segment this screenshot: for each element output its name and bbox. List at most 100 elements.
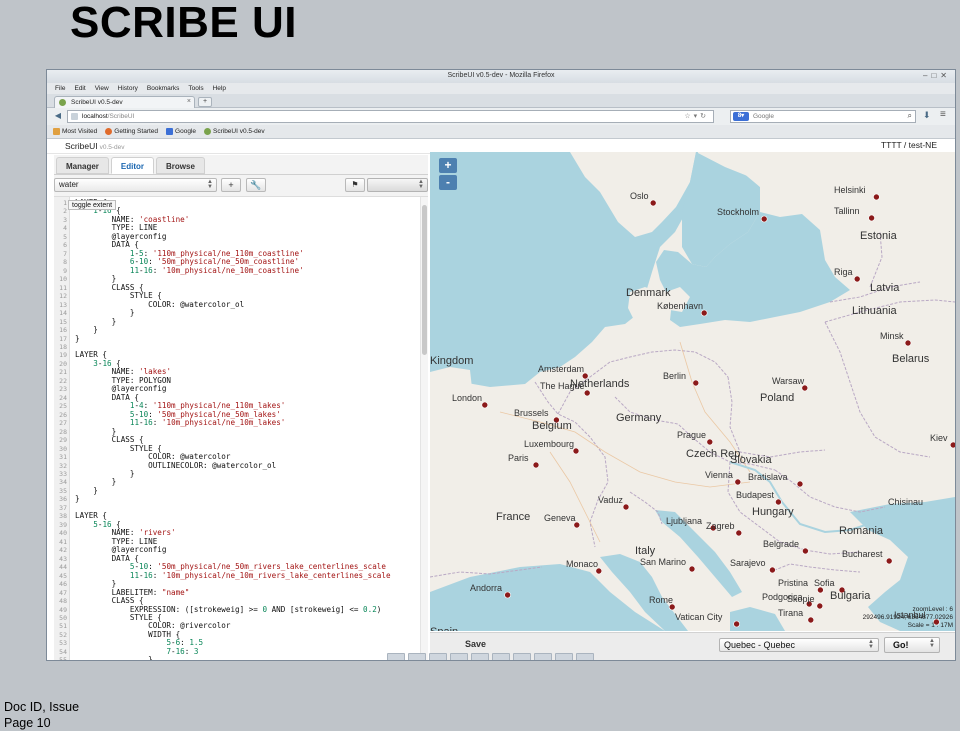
zoom-out-button[interactable]: - (439, 175, 457, 190)
task-icon[interactable] (576, 653, 594, 660)
app-tabs: Manager Editor Browse (56, 157, 205, 174)
city-dot[interactable] (802, 547, 809, 555)
extent-select[interactable]: ▲ ▼ (367, 178, 428, 192)
map-label-warsaw: Warsaw (772, 376, 805, 386)
menu-history[interactable]: History (118, 85, 138, 92)
city-dot[interactable] (816, 602, 824, 610)
city-dot[interactable] (733, 620, 740, 628)
code-line[interactable]: 35 } (54, 487, 391, 495)
google-engine-icon[interactable]: 8▾ (733, 112, 749, 121)
map-view[interactable]: Oslo Stockholm Helsinki Tallinn Estonia Riga L… (430, 152, 955, 631)
search-bar[interactable]: 8▾ Google ⌕ (730, 110, 916, 123)
new-tab-button[interactable]: + (198, 97, 212, 107)
city-dot[interactable] (949, 441, 955, 449)
city-dot[interactable] (504, 591, 511, 599)
line-number: 55 (59, 656, 67, 661)
user-workspace[interactable]: TTTT / test-NE (881, 140, 937, 150)
place-select[interactable]: Quebec - Quebec ▲ ▼ (719, 638, 879, 652)
editor-scrollbar[interactable] (420, 197, 428, 660)
menu-edit[interactable]: Edit (74, 85, 85, 92)
map-label-latvia: Latvia (870, 282, 900, 294)
close-tab-icon[interactable]: × (187, 98, 191, 105)
scrollbar-thumb[interactable] (422, 205, 427, 355)
scribe-favicon-icon (59, 99, 66, 106)
city-dot[interactable] (734, 478, 742, 486)
go-button[interactable]: Go! ▲ ▼ (884, 637, 940, 653)
line-number: 34 (59, 478, 67, 487)
code-line[interactable]: 16 } (54, 326, 391, 334)
line-number: 27 (59, 419, 67, 428)
back-arrow-icon[interactable]: ◀ (53, 111, 63, 121)
city-dot[interactable] (735, 529, 743, 537)
code-line[interactable]: 55 } (54, 656, 391, 661)
download-icon[interactable]: ⬇ (923, 110, 931, 121)
city-dot[interactable] (868, 214, 875, 222)
search-icon[interactable]: ⌕ (908, 111, 912, 121)
page-number: Page 10 (4, 716, 51, 730)
browser-tab[interactable]: ScribeUI v0.5-dev × (54, 96, 195, 108)
bookmark-most-visited[interactable]: Most Visited (53, 128, 97, 135)
line-number: 2 (63, 207, 67, 216)
zoom-in-button[interactable]: + (439, 158, 457, 173)
line-number: 4 (63, 224, 67, 233)
tab-browse[interactable]: Browse (156, 157, 205, 174)
menu-view[interactable]: View (95, 85, 109, 92)
city-dot[interactable] (853, 275, 861, 283)
firefox-icon (105, 128, 113, 135)
save-button[interactable]: Save (465, 639, 486, 649)
city-dot[interactable] (692, 379, 700, 387)
map-canvas[interactable]: Oslo Stockholm Helsinki Tallinn Estonia Riga L… (430, 152, 955, 631)
city-dot[interactable] (649, 199, 657, 207)
city-dot[interactable] (769, 566, 776, 574)
bookmark-scribeui[interactable]: ScribeUI v0.5-dev (204, 128, 265, 135)
layer-select[interactable]: water ▲ ▼ (54, 178, 217, 192)
city-dot[interactable] (622, 503, 630, 511)
url-bar[interactable]: localhost/ScribeUI ☆▾↻ (67, 110, 714, 123)
add-layer-button[interactable]: + (221, 178, 241, 192)
bookmark-getting-started[interactable]: Getting Started (105, 128, 158, 135)
city-dot[interactable] (706, 438, 714, 446)
city-dot[interactable] (807, 616, 815, 624)
menu-help[interactable]: Help (213, 85, 226, 92)
flag-icon[interactable]: ⚑ (345, 178, 365, 192)
menu-bookmarks[interactable]: Bookmarks (147, 85, 180, 92)
menu-icon[interactable]: ≡ (940, 109, 946, 120)
code-editor[interactable]: 1LAYER {2 1-16 {3 NAME: 'coastline'4 TYP… (54, 196, 428, 661)
line-number: 11 (59, 283, 67, 292)
city-dot[interactable] (904, 339, 912, 347)
city-dot[interactable] (873, 193, 880, 201)
wrench-icon[interactable]: 🔧 (246, 178, 266, 192)
code-line[interactable]: 17} (54, 334, 391, 343)
task-icon[interactable] (534, 653, 552, 660)
city-dot[interactable] (583, 389, 591, 397)
code-content[interactable]: 1LAYER {2 1-16 {3 NAME: 'coastline'4 TYP… (54, 199, 391, 661)
task-icon[interactable] (450, 653, 468, 660)
task-icon[interactable] (387, 653, 405, 660)
city-dot[interactable] (760, 215, 768, 223)
city-dot[interactable] (796, 480, 804, 488)
code-line[interactable]: 36} (54, 495, 391, 503)
code-line[interactable]: 34 } (54, 478, 391, 486)
menu-tools[interactable]: Tools (188, 85, 203, 92)
task-icon[interactable] (408, 653, 426, 660)
task-icon[interactable] (492, 653, 510, 660)
city-dot[interactable] (885, 557, 893, 565)
city-dot[interactable] (481, 401, 489, 409)
tab-manager[interactable]: Manager (56, 157, 109, 174)
task-icon[interactable] (513, 653, 531, 660)
bookmark-google[interactable]: Google (166, 128, 196, 135)
site-identity-icon[interactable] (71, 113, 78, 120)
tab-editor[interactable]: Editor (110, 157, 155, 174)
line-number: 37 (59, 503, 67, 512)
menu-file[interactable]: File (55, 85, 65, 92)
task-icon[interactable] (429, 653, 447, 660)
city-dot[interactable] (688, 565, 696, 573)
task-icon[interactable] (471, 653, 489, 660)
window-controls[interactable]: –□✕ (923, 71, 951, 80)
task-icon[interactable] (555, 653, 573, 660)
bookmark-reload-icons[interactable]: ☆▾↻ (684, 112, 709, 120)
map-label-estonia: Estonia (860, 230, 898, 242)
city-dot[interactable] (775, 498, 782, 506)
city-dot[interactable] (532, 461, 540, 469)
code-line[interactable]: 15 } (54, 317, 391, 326)
